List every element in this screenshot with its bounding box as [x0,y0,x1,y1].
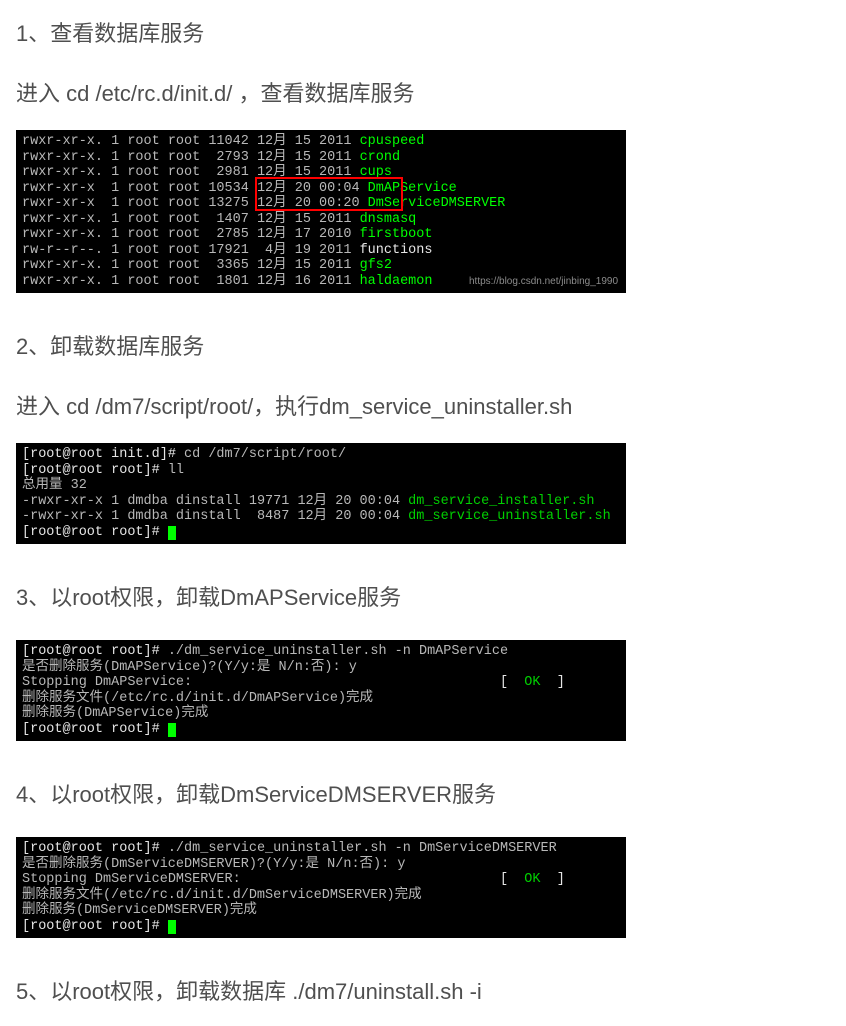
cmd: ./dm_service_uninstaller.sh -n DmService… [168,841,557,856]
prompt: [root@root root]# [22,722,168,737]
file-name: haldaemon [360,274,433,289]
prompt: [root@root root]# [22,841,168,856]
cursor-icon [168,526,176,540]
perm-line: rw-r--r--. 1 root root 17921 4月 19 2011 [22,243,360,258]
perm-line: rwxr-xr-x. 1 root root 1407 12月 15 2011 [22,212,360,227]
file-name: cpuspeed [360,134,425,149]
prompt: [root@root root]# [22,644,168,659]
file-name: dnsmasq [360,212,417,227]
file-name: functions [360,243,433,258]
ok-text: OK [516,872,548,887]
perm: -rwxr-xr-x 1 dmdba dinstall 19771 12月 20… [22,494,408,509]
prompt: [root@root root]# [22,919,168,934]
section-5-heading: 5、以root权限，卸载数据库 ./dm7/uninstall.sh -i [16,974,830,1006]
perm-line: rwxr-xr-x. 1 root root 1801 12月 16 2011 [22,274,360,289]
prompt: [root@root root]# [22,525,168,540]
perm-line: rwxr-xr-x. 1 root root 2785 12月 17 2010 [22,227,360,242]
cmd: cd /dm7/script/root/ [184,447,346,462]
file-name: firstboot [360,227,433,242]
section-3-heading: 3、以root权限，卸载DmAPService服务 [16,580,830,612]
output: 总用量 32 [22,478,87,493]
prompt: [root@root root]# [22,463,168,478]
perm-line: rwxr-xr-x. 1 root root 11042 12月 15 2011 [22,134,360,149]
output: 是否删除服务(DmServiceDMSERVER)?(Y/y:是 N/n:否):… [22,857,405,872]
filename: dm_service_installer.sh [408,494,594,509]
terminal-block-2: [root@root init.d]# cd /dm7/script/root/… [16,443,626,544]
output: 删除服务(DmAPService)完成 [22,706,208,721]
file-name: crond [360,150,401,165]
terminal-block-1: rwxr-xr-x. 1 root root 11042 12月 15 2011… [16,130,626,293]
section-1-heading: 1、查看数据库服务 [16,16,830,48]
cursor-icon [168,723,176,737]
filename: dm_service_uninstaller.sh [408,509,611,524]
perm-line: rwxr-xr-x. 1 root root 2793 12月 15 2011 [22,150,360,165]
output: 删除服务(DmServiceDMSERVER)完成 [22,903,257,918]
perm: -rwxr-xr-x 1 dmdba dinstall 8487 12月 20 … [22,509,408,524]
cmd: ./dm_service_uninstaller.sh -n DmAPServi… [168,644,508,659]
output: 删除服务文件(/etc/rc.d/init.d/DmAPService)完成 [22,691,373,706]
section-2-heading: 2、卸载数据库服务 [16,329,830,361]
section-2-sub: 进入 cd /dm7/script/root/，执行dm_service_uni… [16,389,830,421]
output: 删除服务文件(/etc/rc.d/init.d/DmServiceDMSERVE… [22,888,422,903]
terminal-block-3: [root@root root]# ./dm_service_uninstall… [16,640,626,741]
cmd: ll [168,463,184,478]
highlight-box [255,177,403,211]
section-1-sub: 进入 cd /etc/rc.d/init.d/ ，查看数据库服务 [16,76,830,108]
bracket: [ [500,872,516,887]
output: Stopping DmAPService: [22,675,500,690]
output: 是否删除服务(DmAPService)?(Y/y:是 N/n:否): y [22,660,357,675]
prompt: [root@root init.d]# [22,447,184,462]
perm-line: rwxr-xr-x. 1 root root 3365 12月 15 2011 [22,258,360,273]
watermark-text: https://blog.csdn.net/jinbing_1990 [469,276,618,288]
terminal-block-4: [root@root root]# ./dm_service_uninstall… [16,837,626,938]
cursor-icon [168,920,176,934]
section-4-heading: 4、以root权限，卸载DmServiceDMSERVER服务 [16,777,830,809]
ok-text: OK [516,675,548,690]
bracket: ] [549,675,565,690]
file-name: gfs2 [360,258,392,273]
bracket: ] [549,872,565,887]
bracket: [ [500,675,516,690]
output: Stopping DmServiceDMSERVER: [22,872,500,887]
